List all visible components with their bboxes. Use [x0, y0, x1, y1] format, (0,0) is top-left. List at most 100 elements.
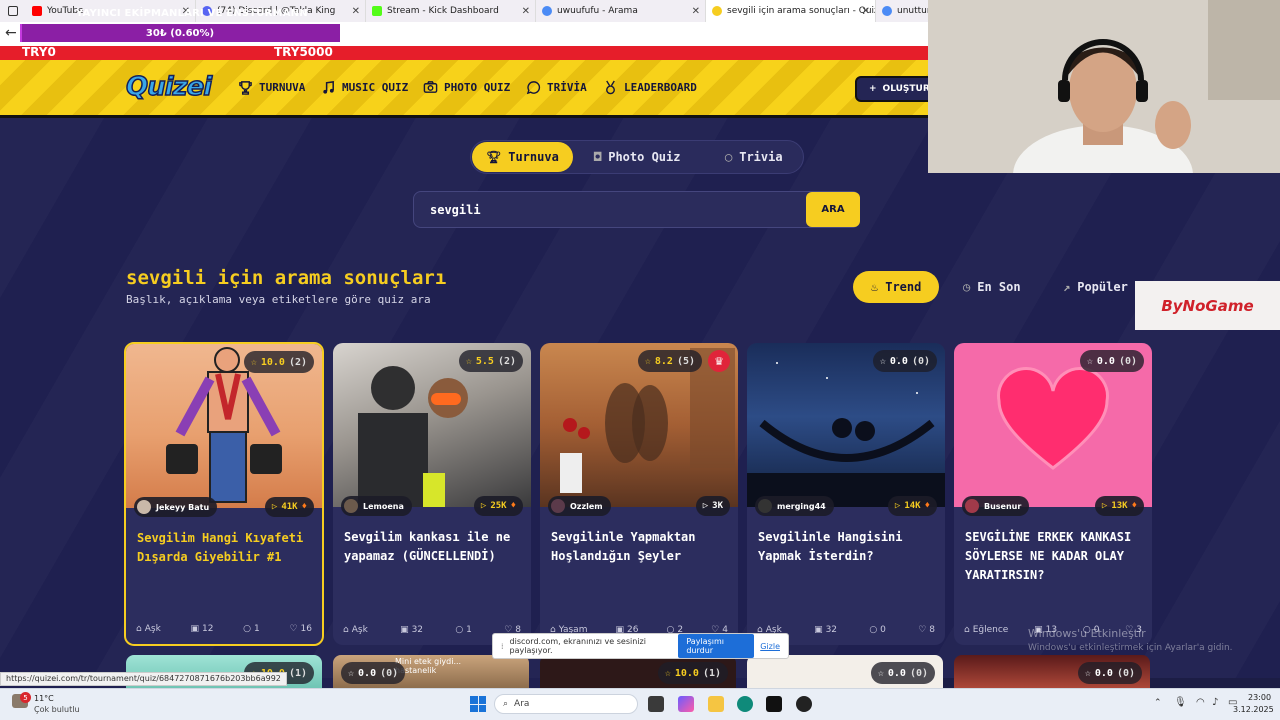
kick-icon	[372, 6, 382, 16]
quizei-icon	[712, 6, 722, 16]
search-icon: ⌕	[503, 699, 509, 709]
nav-leaderboard[interactable]: LEADERBOARD	[603, 80, 697, 95]
close-icon[interactable]: ✕	[352, 6, 360, 17]
category-tag[interactable]: ⌂ Aşk	[136, 624, 161, 634]
search-button[interactable]: ARA	[806, 192, 860, 227]
quiz-thumbnail	[540, 343, 738, 507]
weather-temp: 11°C	[34, 694, 54, 703]
trend-up-icon: ↗	[1063, 280, 1071, 294]
windows-start-icon[interactable]	[470, 696, 486, 712]
tab-search[interactable]: uwuufufu - Arama ✕	[536, 0, 706, 22]
quiz-card[interactable]: ☆ 10.0 (2) Jekeyy Batu ▷ 41K ♦ Sevgilim Hang…	[124, 342, 324, 646]
play-icon: ▷	[894, 501, 901, 511]
tab-turnuva[interactable]: 🏆︎ Turnuva	[472, 142, 573, 172]
star-icon: ☆	[1086, 355, 1093, 367]
author-chip[interactable]: Ozzlem	[548, 496, 611, 516]
play-icon: ▷	[480, 501, 487, 511]
close-icon[interactable]: ✕	[522, 6, 530, 17]
clock-date[interactable]: 3.12.2025	[1233, 705, 1274, 714]
quiz-card[interactable]: ☆ 8.2 (5) ♛ Ozzlem ▷ 3K Sevgilinle Yapmakta…	[540, 343, 738, 645]
stop-sharing-button[interactable]: Paylaşımı durdur	[678, 634, 755, 658]
tab-trivia[interactable]: ◯ Trivia	[711, 142, 797, 172]
site-logo[interactable]: Quizei	[125, 71, 213, 103]
flame-icon: ♦	[510, 501, 516, 511]
comment-icon: ○	[869, 625, 878, 635]
task-view-icon[interactable]	[648, 696, 664, 712]
close-icon[interactable]: ✕	[692, 6, 700, 17]
terminal-icon[interactable]	[766, 696, 782, 712]
like-count[interactable]: ♡ 8	[918, 625, 935, 635]
tab-quizei[interactable]: sevgili için arama sonuçları - Quiz ✕	[706, 0, 876, 22]
tab-photo-quiz[interactable]: ◘ Photo Quiz	[580, 142, 694, 172]
medal-icon	[606, 80, 615, 95]
tab-menu-icon[interactable]	[0, 6, 26, 16]
back-arrow-icon[interactable]: ←	[5, 25, 17, 41]
quiz-card[interactable]: ☆ 0.0 (0)	[954, 655, 1150, 690]
category-tag[interactable]: ⌂ Eğlence	[964, 625, 1008, 635]
item-count: ▣ 32	[400, 625, 424, 635]
chat-bubble-icon: ◯	[725, 150, 733, 164]
quiz-card[interactable]: ☆ 0.0 (0) merging44 ▷ 14K ♦ Sevgilinle Hangi…	[747, 343, 945, 645]
notification-badge: 5	[20, 692, 31, 703]
star-icon: ☆	[877, 667, 884, 679]
obs-icon[interactable]	[796, 696, 812, 712]
windows-activation-title: Windows'u Etkinleştir	[1028, 627, 1146, 640]
quiz-title[interactable]: Sevgilinle Yapmaktan Hoşlandığın Şeyler	[551, 528, 731, 566]
author-chip[interactable]: Jekeyy Batu	[134, 497, 218, 517]
clock-icon: ◷	[963, 280, 971, 294]
quiz-title[interactable]: Sevgilim Hangi Kıyafeti Dışarda Giyebili…	[137, 529, 317, 567]
nav-music-quiz[interactable]: MUSIC QUIZ	[321, 80, 408, 95]
clock-time[interactable]: 23:00	[1248, 693, 1271, 702]
card-footer: ⌂ Aşk ▣ 12 ○ 1 ♡ 16	[136, 624, 312, 634]
quiz-card[interactable]: ☆10.0(1)	[540, 655, 736, 690]
heart-icon: ♡	[289, 624, 298, 634]
comment-count: ○ 1	[243, 624, 260, 634]
sort-trend[interactable]: ♨ Trend	[853, 271, 940, 303]
create-button[interactable]: + OLUŞTUR	[855, 76, 935, 102]
views-badge: ▷ 3K	[695, 496, 730, 516]
author-chip[interactable]: merging44	[755, 496, 834, 516]
star-icon: ☆	[644, 355, 651, 367]
quiz-title[interactable]: SEVGİLİNE ERKEK KANKASI SÖYLERSE NE KADA…	[965, 528, 1145, 585]
copilot-icon[interactable]	[678, 696, 694, 712]
views-badge: ▷ 13K ♦	[1094, 496, 1144, 516]
quiz-title[interactable]: Sevgilim kankası ile ne yapamaz (GÜNCELL…	[344, 528, 524, 566]
quiz-card[interactable]: ☆ 0.0 (0) Busenur ▷ 13K ♦ SEVGİLİNE ERKEK KA…	[954, 343, 1152, 645]
star-icon: ☆	[879, 355, 886, 367]
category-tag[interactable]: ⌂ Aşk	[343, 625, 368, 635]
wifi-icon[interactable]: ◠	[1196, 697, 1205, 708]
trophy-icon	[239, 81, 252, 95]
close-icon[interactable]: ✕	[862, 6, 870, 17]
play-icon: ▷	[702, 501, 709, 511]
nav-photo-quiz[interactable]: PHOTO QUIZ	[423, 80, 510, 95]
quiz-title[interactable]: Sevgilinle Hangisini Yapmak İsterdin?	[758, 528, 938, 566]
nav-turnuva[interactable]: TURNUVA	[238, 80, 305, 95]
sort-latest[interactable]: ◷ En Son	[945, 271, 1039, 303]
play-icon: ▷	[1101, 501, 1108, 511]
like-count[interactable]: ♡ 16	[289, 624, 312, 634]
quiz-card[interactable]: ☆ 0.0 (0)	[747, 655, 943, 690]
sort-popular[interactable]: ↗ Popüler	[1045, 271, 1146, 303]
volume-icon[interactable]: ♪	[1212, 697, 1218, 708]
quiz-card[interactable]: ☆ 5.5 (2) Lemoena ▷ 25K ♦ Sevgilim kankası i…	[333, 343, 531, 645]
taskbar-search[interactable]: ⌕ Ara	[494, 694, 638, 714]
author-chip[interactable]: Lemoena	[341, 496, 412, 516]
rating-badge: ☆ 0.0 (0)	[872, 350, 937, 372]
microphone-icon[interactable]: 🎙︎	[1174, 697, 1187, 708]
trophy-icon: 🏆︎	[486, 150, 502, 164]
chevron-up-icon[interactable]: ⌃	[1154, 698, 1162, 708]
camera-icon: ◘	[594, 150, 602, 164]
comment-count: ○ 1	[455, 625, 472, 635]
drag-handle-icon[interactable]: ⁞	[501, 642, 504, 651]
avatar	[137, 500, 151, 514]
tab-kick[interactable]: Stream - Kick Dashboard ✕	[366, 0, 536, 22]
author-chip[interactable]: Busenur	[962, 496, 1030, 516]
goal-end: TRY5000	[274, 45, 333, 59]
quiz-card[interactable]: Mini etek giydi... hastanelik ☆ 0.0 (0)	[333, 655, 529, 690]
flame-icon: ♨	[871, 280, 879, 294]
file-explorer-icon[interactable]	[708, 696, 724, 712]
search-input[interactable]: sevgili	[430, 203, 481, 217]
hide-link[interactable]: Gizle	[760, 642, 780, 651]
edge-browser-icon[interactable]	[737, 696, 753, 712]
nav-trivia[interactable]: TRİVİA	[526, 80, 587, 95]
